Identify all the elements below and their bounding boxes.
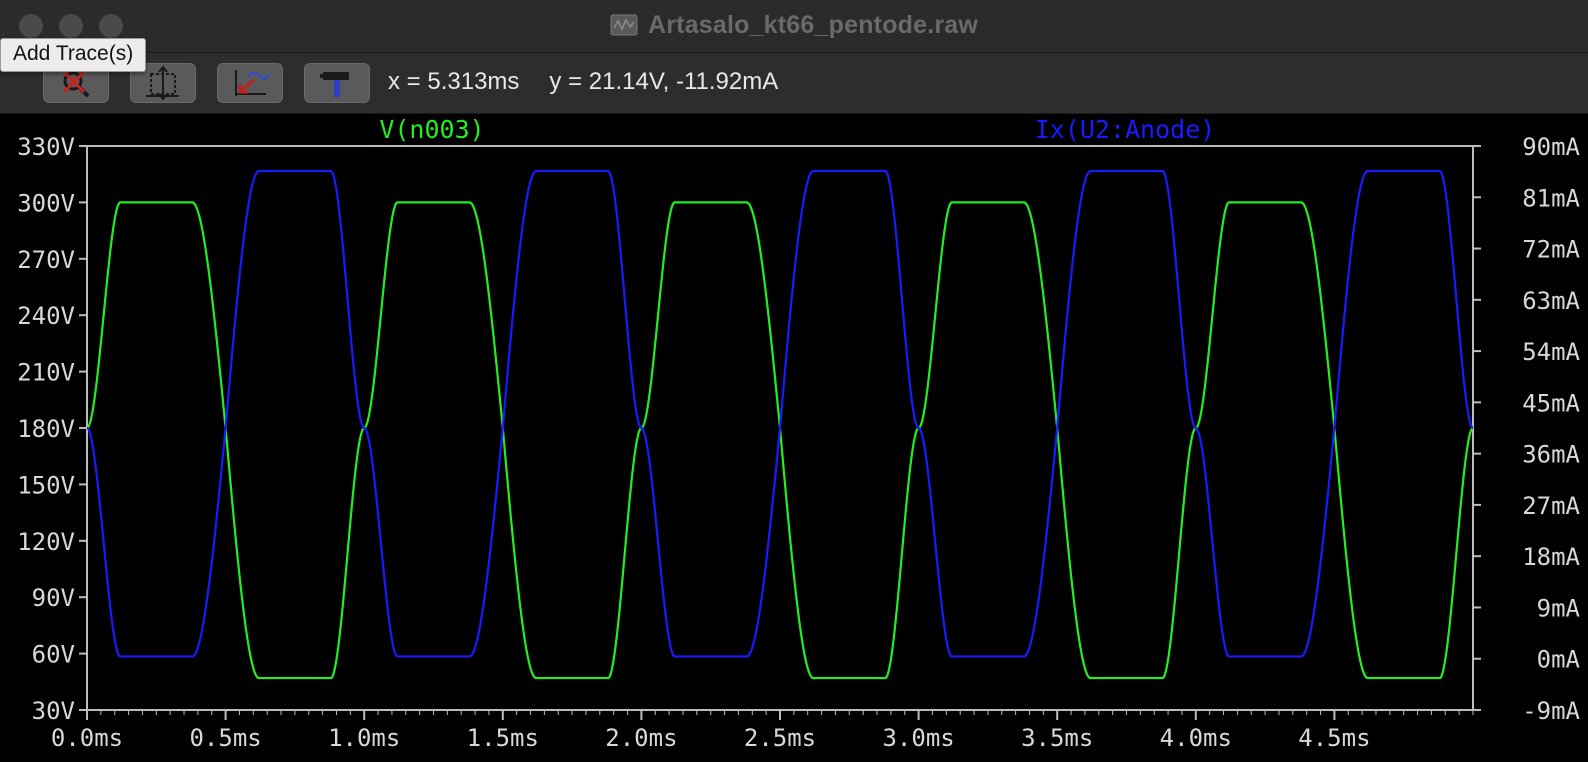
cursor-x-readout: x = 5.313ms <box>388 68 520 95</box>
y-right-tick-label: 90mA <box>1522 133 1580 161</box>
y-right-tick-label: 18mA <box>1522 543 1580 571</box>
cursor-y-readout: y = 21.14V, -11.92mA <box>549 68 779 95</box>
y-left-tick-label: 300V <box>17 189 75 217</box>
hammer-icon <box>320 72 349 97</box>
y-left-tick-label: 60V <box>32 641 75 669</box>
y-right-tick-label: 45mA <box>1522 389 1580 417</box>
x-tick-label: 0.0ms <box>51 724 123 752</box>
window-title: Artasalo_kt66_pentode.raw <box>647 10 979 39</box>
x-tick-label: 3.0ms <box>882 724 954 752</box>
y-right-tick-label: 72mA <box>1522 236 1580 264</box>
y-left-tick-label: 180V <box>17 415 75 443</box>
x-tick-label: 4.0ms <box>1160 724 1232 752</box>
y-right-tick-label: 63mA <box>1522 287 1580 315</box>
x-tick-label: 2.5ms <box>744 724 816 752</box>
title-bar[interactable]: Artasalo_kt66_pentode.raw <box>0 0 1588 53</box>
series-line-ix-u2-anode <box>86 169 1474 658</box>
y-right-tick-label: 9mA <box>1537 594 1581 622</box>
waveform-file-icon <box>610 14 638 36</box>
waveform-plot[interactable]: 330V 300V 270V 240V 210V 180V 150V 120V 90V 60V 30… <box>0 114 1588 762</box>
plot-pane[interactable]: 330V 300V 270V 240V 210V 180V 150V 120V 90V 60V 30… <box>0 114 1588 762</box>
x-tick-label: 1.0ms <box>328 724 400 752</box>
y-right-tick-label: 54mA <box>1522 338 1580 366</box>
add-trace-tooltip: Add Trace(s) <box>0 38 147 72</box>
zoom-back-button[interactable] <box>217 63 283 103</box>
y-left-tick-label: 270V <box>17 246 75 274</box>
cursor-readout: x = 5.313ms y = 21.14V, -11.92mA <box>388 68 808 96</box>
y-left-tick-label: 150V <box>17 471 75 499</box>
axis-autorange-icon <box>146 66 179 100</box>
y-right-tick-label: 0mA <box>1537 646 1581 674</box>
x-tick-label: 4.5ms <box>1298 724 1370 752</box>
zoom-back-icon <box>235 70 269 96</box>
toolbar: x = 5.313ms y = 21.14V, -11.92mA <box>0 53 1588 114</box>
y-left-tick-label: 240V <box>17 302 75 330</box>
y-left-tick-label: 330V <box>17 133 75 161</box>
y-right-tick-label: 27mA <box>1522 492 1580 520</box>
x-tick-label: 3.5ms <box>1021 724 1093 752</box>
y-left-tick-label: 90V <box>32 584 75 612</box>
x-tick-label: 2.0ms <box>605 724 677 752</box>
waveform-viewer-window: Artasalo_kt66_pentode.raw Add Trace(s) x… <box>0 0 1588 762</box>
y-left-tick-label: 210V <box>17 359 75 387</box>
x-tick-label: 0.5ms <box>189 724 261 752</box>
hammer-button[interactable] <box>304 63 370 103</box>
window-title-group: Artasalo_kt66_pentode.raw <box>0 10 1588 40</box>
y-right-tick-label: 81mA <box>1522 184 1580 212</box>
y-left-tick-label: 120V <box>17 528 75 556</box>
x-tick-label: 1.5ms <box>467 724 539 752</box>
legend-ix-u2-anode[interactable]: Ix(U2:Anode) <box>1035 115 1216 144</box>
y-right-tick-label: 36mA <box>1522 441 1580 469</box>
legend-v-n003[interactable]: V(n003) <box>379 115 484 144</box>
y-left-tick-label: 30V <box>32 697 75 725</box>
series-line-v-n003 <box>86 201 1474 680</box>
y-right-tick-label: -9mA <box>1522 697 1580 725</box>
